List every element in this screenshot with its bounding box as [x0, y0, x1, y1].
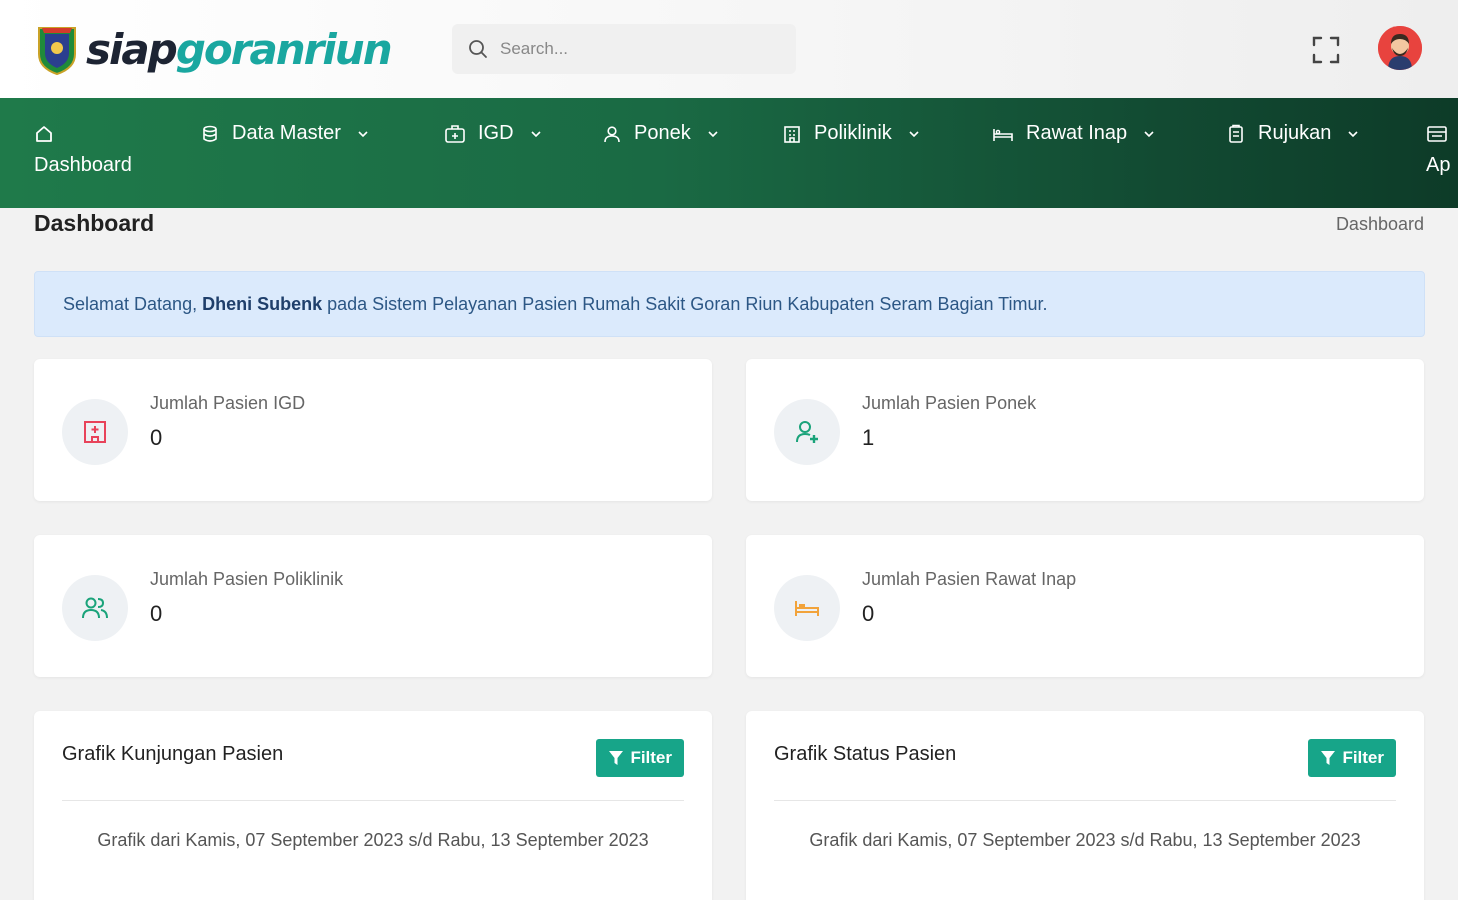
chevron-down-icon: [708, 130, 718, 137]
logo-shield-icon: [38, 27, 76, 76]
filter-icon: [609, 751, 624, 765]
chart-subtitle: Grafik dari Kamis, 07 September 2023 s/d…: [809, 830, 1361, 850]
app-logo[interactable]: siapgoranriun: [36, 22, 393, 78]
main-navbar: Dashboard Data Master IGD Ponek Poliklin…: [0, 98, 1458, 208]
filter-button-label: Filter: [1342, 748, 1384, 767]
nav-item-data-master[interactable]: Data Master: [200, 122, 369, 145]
chart-card-status: Grafik Status Pasien Filter Grafik dari …: [746, 711, 1424, 900]
building-icon: [784, 125, 800, 143]
chart-title: Grafik Kunjungan Pasien: [62, 743, 284, 765]
stat-value: 0: [862, 601, 875, 626]
hospital-icon: [84, 421, 106, 443]
nav-item-label: Rawat Inap: [1026, 122, 1128, 144]
stat-icon-wrap: [774, 575, 840, 641]
nav-item-label: Poliklinik: [814, 122, 892, 144]
chart-card-kunjungan: Grafik Kunjungan Pasien Filter Grafik da…: [34, 711, 712, 900]
chevron-down-icon: [530, 130, 541, 137]
chevron-down-icon: [358, 130, 368, 137]
stat-icon-wrap: [62, 575, 128, 641]
bed-icon: [993, 128, 1013, 141]
stat-label: Jumlah Pasien IGD: [150, 393, 306, 413]
stat-card-poliklinik: Jumlah Pasien Poliklinik 0: [34, 535, 712, 677]
top-header: siapgoranriun: [0, 0, 1458, 98]
stat-label: Jumlah Pasien Ponek: [862, 393, 1037, 413]
stat-value: 0: [150, 601, 163, 626]
users-icon: [82, 597, 108, 619]
filter-button[interactable]: Filter: [1308, 739, 1396, 777]
nav-item-label: IGD: [478, 122, 514, 144]
clipboard-icon: [1229, 124, 1243, 143]
chart-title: Grafik Status Pasien: [774, 743, 957, 765]
chevron-down-icon: [1348, 130, 1358, 137]
fullscreen-icon[interactable]: [1310, 34, 1342, 66]
stat-label: Jumlah Pasien Rawat Inap: [862, 569, 1077, 589]
chevron-down-icon: [909, 130, 919, 137]
nav-item-dashboard[interactable]: Dashboard: [34, 124, 132, 177]
nav-item-rujukan[interactable]: Rujukan: [1226, 122, 1359, 145]
search-box[interactable]: [452, 24, 796, 74]
register-icon: [1427, 126, 1447, 142]
breadcrumb[interactable]: Dashboard: [1336, 214, 1424, 235]
stat-card-rawat-inap: Jumlah Pasien Rawat Inap 0: [746, 535, 1424, 677]
divider: [774, 800, 1396, 801]
alert-prefix: Selamat Datang,: [63, 293, 203, 314]
nav-item-label: Ap: [1426, 154, 1451, 176]
divider: [62, 800, 684, 801]
stat-value: 0: [150, 425, 163, 450]
nav-item-igd[interactable]: IGD: [444, 122, 542, 145]
stat-icon-wrap: [62, 399, 128, 465]
stat-value: 1: [862, 425, 875, 450]
logo-text-part1: siap: [86, 25, 178, 74]
nav-item-truncated[interactable]: Ap: [1426, 124, 1450, 177]
page-title: Dashboard: [34, 210, 155, 236]
stat-card-igd: Jumlah Pasien IGD 0: [34, 359, 712, 501]
first-aid-icon: [445, 124, 465, 143]
filter-button[interactable]: Filter: [596, 739, 684, 777]
filter-icon: [1321, 751, 1336, 765]
alert-suffix: pada Sistem Pelayanan Pasien Rumah Sakit…: [322, 293, 1048, 314]
logo-text-part2: goranriun: [175, 25, 393, 74]
nav-item-ponek[interactable]: Ponek: [602, 122, 719, 145]
filter-button-label: Filter: [630, 748, 672, 767]
welcome-alert: Selamat Datang, Dheni Subenk pada Sistem…: [34, 271, 1425, 337]
chart-subtitle: Grafik dari Kamis, 07 September 2023 s/d…: [97, 830, 649, 850]
nav-item-label: Data Master: [232, 122, 341, 144]
nav-item-label: Dashboard: [34, 154, 132, 176]
bed-icon: [795, 601, 819, 616]
nav-item-label: Rujukan: [1258, 122, 1332, 144]
database-icon: [203, 125, 217, 142]
user-avatar[interactable]: [1378, 26, 1422, 70]
user-icon: [604, 125, 620, 142]
alert-user-name: Dheni Subenk: [202, 293, 323, 314]
nav-item-label: Ponek: [634, 122, 691, 144]
stat-icon-wrap: [774, 399, 840, 465]
nav-item-rawat-inap[interactable]: Rawat Inap: [992, 122, 1155, 145]
stat-label: Jumlah Pasien Poliklinik: [150, 569, 344, 589]
nav-item-poliklinik[interactable]: Poliklinik: [782, 122, 920, 145]
home-icon: [36, 126, 52, 142]
stat-card-ponek: Jumlah Pasien Ponek 1: [746, 359, 1424, 501]
user-plus-icon: [796, 421, 818, 443]
avatar-icon: [1378, 26, 1422, 70]
search-icon: [469, 40, 487, 58]
chevron-down-icon: [1144, 130, 1154, 137]
search-input[interactable]: [500, 39, 780, 59]
